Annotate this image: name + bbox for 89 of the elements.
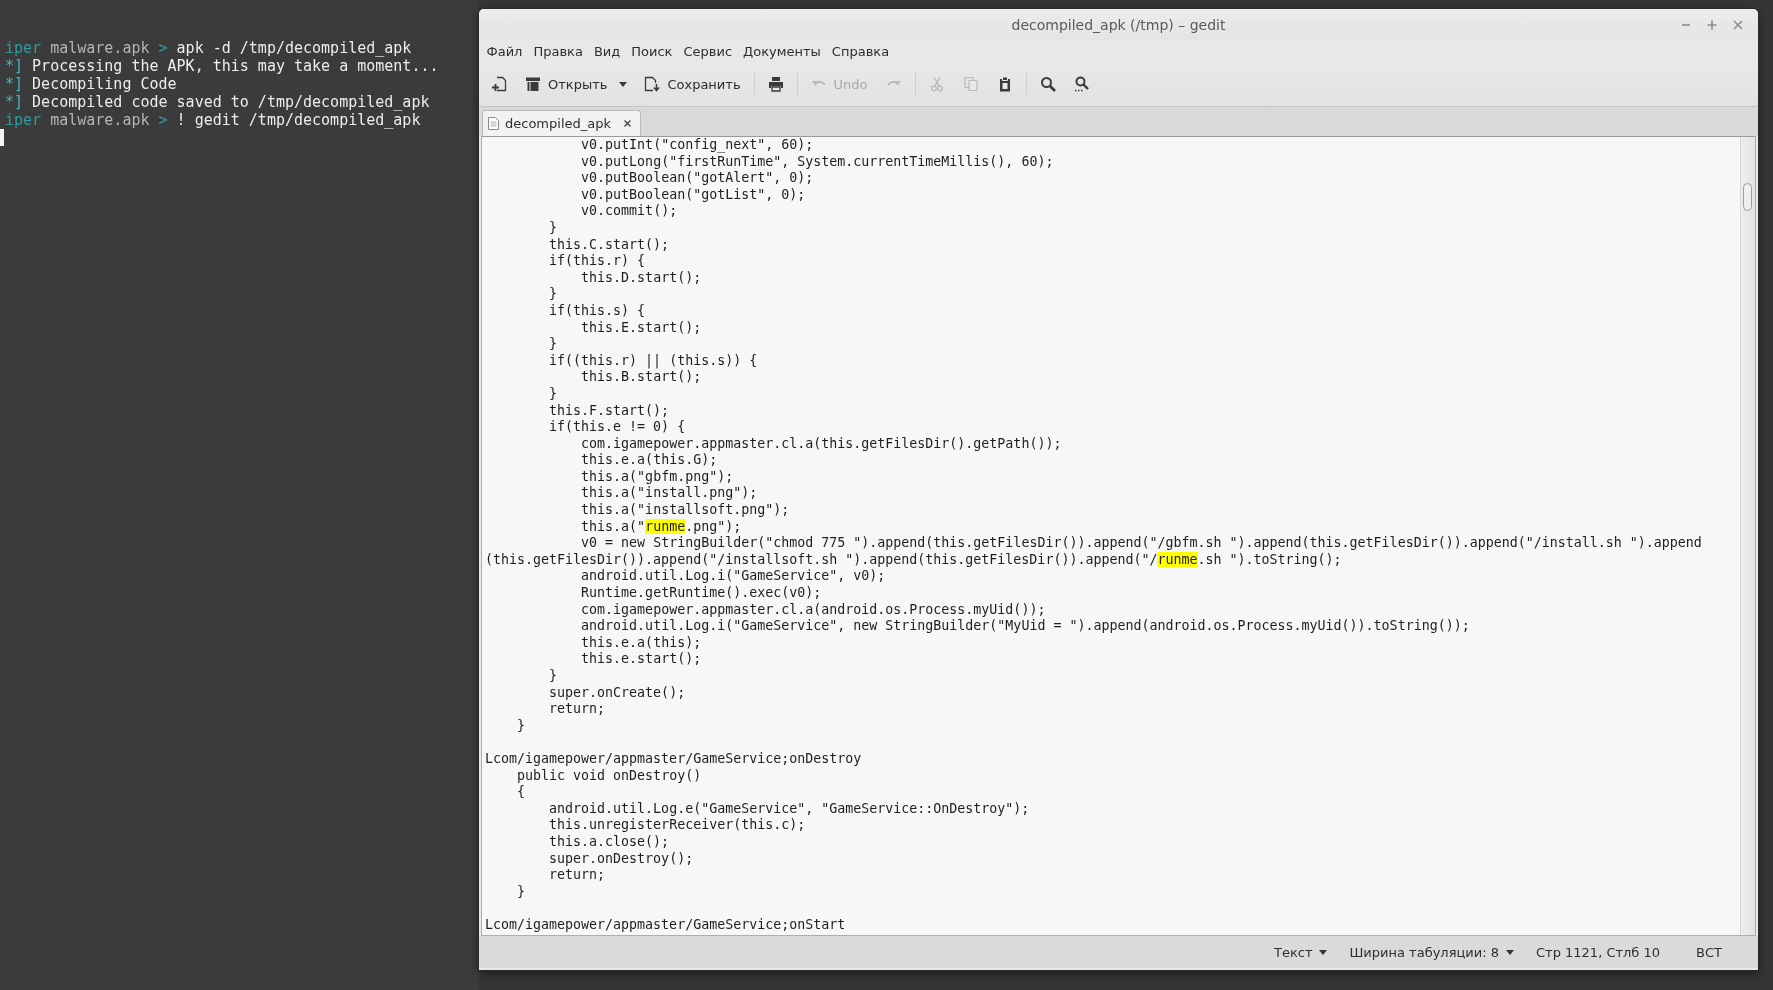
new-document-icon [491, 76, 507, 92]
pages-icon [962, 76, 979, 92]
code-line: super.onCreate(); [549, 684, 686, 700]
terminal-output-line: *] Decompiling Code [5, 74, 177, 93]
window-title: decompiled_apk (/tmp) – gedit [1011, 16, 1226, 33]
menu-item[interactable]: Правка [527, 41, 589, 61]
close-icon [624, 120, 631, 127]
code-text: .png"); [685, 518, 742, 534]
code-line: android.util.Log.i("GameService", v0); [581, 568, 886, 584]
code-line: Lcom/igamepower/appmaster/GameService;onStart [485, 916, 846, 932]
menu-item[interactable]: Файл [481, 41, 528, 61]
code-line: this.unregisterReceiver(this.c); [549, 817, 806, 833]
code-line: this.E.start(); [581, 319, 702, 335]
box-icon [525, 76, 541, 92]
code-line: android.util.Log.e("GameService", "GameService::OnDestroy"); [549, 800, 1030, 816]
menu-item[interactable]: Вид [588, 41, 626, 61]
code-line: this.e.a(this); [581, 634, 702, 650]
menu-item[interactable]: Сервис [677, 41, 738, 61]
code-line: this.a("gbfm.png"); [581, 468, 734, 484]
printer-icon [767, 76, 784, 92]
code-text: .sh ").toString(); [1197, 551, 1342, 567]
scrollbar[interactable] [1740, 137, 1755, 935]
code-line: if((this.r) || (this.s)) { [549, 352, 758, 368]
code-line: return; [549, 867, 606, 883]
terminal-output-line: *] Processing the APK, this may take a moment... [5, 56, 439, 75]
code-line: v0.commit(); [581, 203, 678, 219]
scissors-icon [928, 76, 945, 92]
scrollbar-thumb[interactable] [1743, 183, 1752, 211]
close-icon [1733, 19, 1743, 30]
code-line: this.a("installsoft.png"); [581, 502, 790, 518]
code-editor[interactable] [481, 136, 1756, 936]
code-line: public void onDestroy() [517, 767, 702, 783]
code-line: v0.putInt("config_next", 60); [581, 137, 814, 152]
code-line: } [549, 336, 558, 352]
language-dropdown[interactable]: Текст [1273, 944, 1328, 960]
code-line: this.a.close(); [549, 833, 670, 849]
highlighted-text: runme [1157, 551, 1198, 567]
code-line: return; [549, 701, 606, 717]
menu-item[interactable]: Поиск [625, 41, 678, 61]
terminal-output-line: *] Decompiled code saved to /tmp/decompiled_apk [5, 92, 430, 111]
terminal-prompt-line: iper malware.apk > ! gedit /tmp/decompiled_apk [5, 110, 421, 129]
cursor-icon [0, 128, 4, 146]
code-line: Lcom/igamepower/appmaster/GameService;onDestroy [485, 750, 862, 766]
highlighted-text: runme [645, 518, 686, 534]
maximize-icon [1707, 19, 1717, 30]
code-line: this.B.start(); [581, 369, 702, 385]
code-line: } [517, 883, 526, 899]
code-line: v0 = new StringBuilder("chmod 775 ").append(this.getFilesDir()).append("/gbfm.sh ").append(this.getFilesDir()).append("/install.sh ").append [581, 535, 1702, 551]
search-icon [1039, 76, 1056, 92]
code-text: (this.getFilesDir()).append("/installsoft.sh ").append(this.getFilesDir()).append("/ [485, 551, 1158, 567]
code-line: com.igamepower.appmaster.cl.a(this.getFilesDir().getPath()); [581, 435, 1062, 451]
code-line: this.C.start(); [549, 236, 670, 252]
code-line: com.igamepower.appmaster.cl.a(android.os.Process.myUid()); [581, 601, 1046, 617]
code-line: super.onDestroy(); [549, 850, 694, 866]
menu-item[interactable]: Справка [826, 41, 895, 61]
code-line: android.util.Log.i("GameService", new StringBuilder("MyUid = ").append(android.os.Process.myUid()).toString()); [581, 618, 1470, 634]
code-line: } [549, 286, 558, 302]
code-line: } [517, 717, 526, 733]
code-line: } [549, 219, 558, 235]
code-line: if(this.r) { [549, 253, 646, 269]
insert-mode: ВСТ [1696, 944, 1722, 960]
tab-width-dropdown[interactable]: Ширина табуляции: 8 [1349, 944, 1514, 960]
code-line: this.a("install.png"); [581, 485, 758, 501]
caret-icon [619, 81, 628, 87]
terminal-prompt-line: iper malware.apk > apk -d /tmp/decompiled_apk [5, 38, 412, 57]
cursor-position: Стр 1121, Стлб 10 [1536, 944, 1661, 960]
document-tab[interactable]: decompiled_apk [482, 110, 641, 136]
code-text: this.a(" [581, 518, 646, 534]
code-line: Runtime.getRuntime().exec(v0); [581, 585, 822, 601]
code-line: } [549, 668, 558, 683]
menu-item[interactable]: Документы [737, 41, 827, 61]
code-line: this.D.start(); [581, 269, 702, 285]
document-arrow-icon [644, 76, 661, 92]
magnifier-dots-icon [1073, 76, 1090, 92]
code-line: this.e.start(); [581, 651, 702, 667]
caret-icon [1506, 949, 1514, 955]
code-line: this.F.start(); [549, 402, 670, 418]
code-line: v0.putBoolean("gotList", 0); [581, 186, 806, 202]
document-icon [488, 117, 499, 130]
code-line: { [517, 784, 526, 800]
code-line: this.e.a(this.G); [581, 452, 718, 468]
caret-icon [1319, 949, 1328, 955]
code-line: if(this.s) { [549, 302, 646, 318]
code-line: if(this.e != 0) { [549, 419, 686, 435]
save-button[interactable]: Сохранить [638, 70, 747, 98]
code-line: v0.putLong("firstRunTime", System.currentTimeMillis(), 60); [581, 153, 1054, 169]
code-line: v0.putBoolean("gotAlert", 0); [581, 170, 814, 186]
open-button[interactable]: Открыть [519, 70, 614, 98]
code-line: } [549, 385, 558, 401]
